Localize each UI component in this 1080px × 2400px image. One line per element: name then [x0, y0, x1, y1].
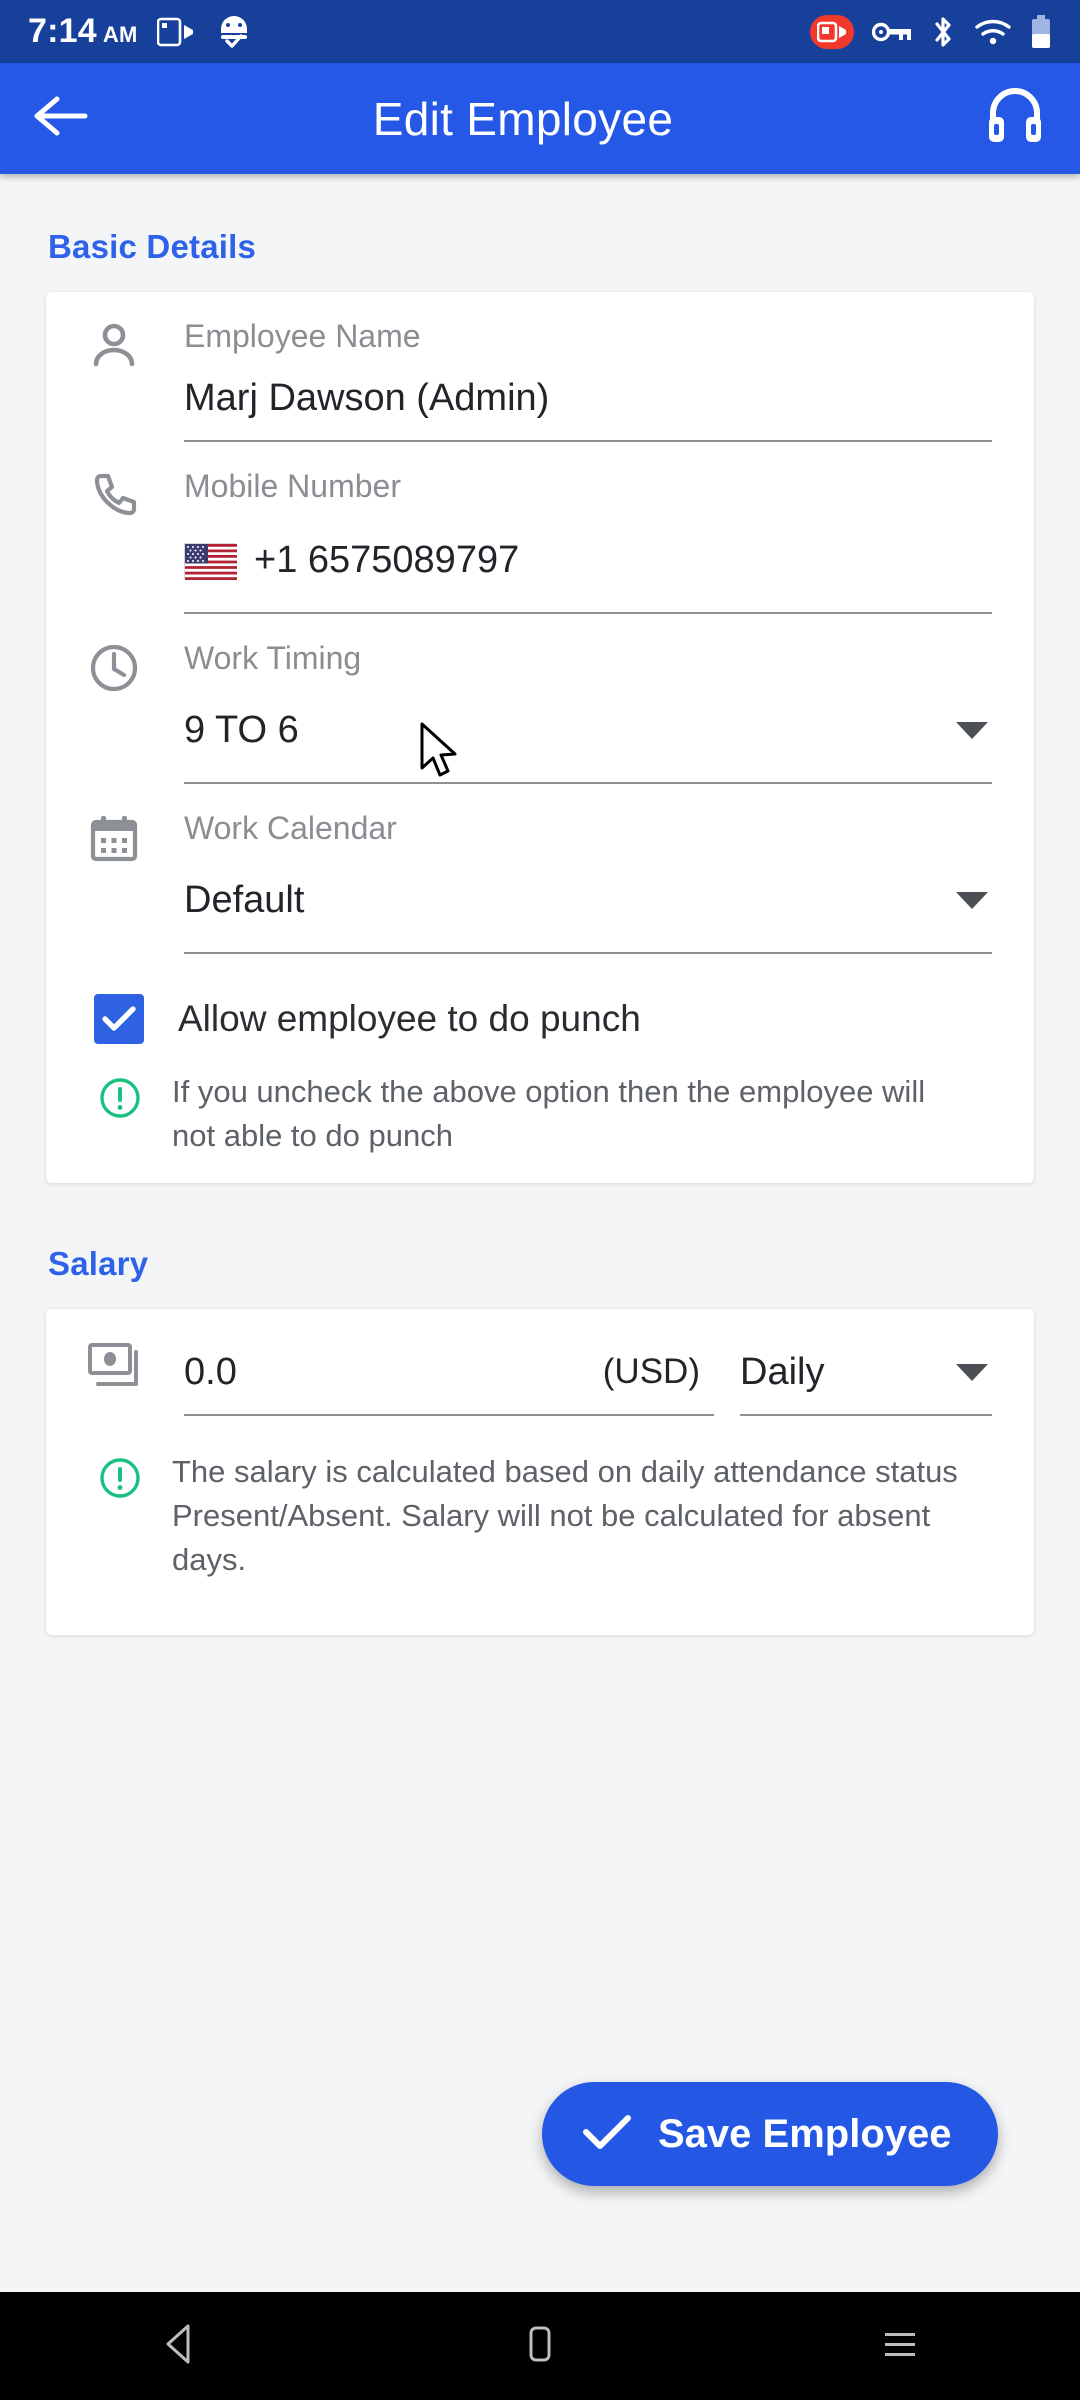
label-work-calendar: Work Calendar: [184, 810, 397, 846]
nav-back-button[interactable]: [105, 2292, 255, 2400]
headset-support-icon: [987, 87, 1043, 150]
label-employee-name: Employee Name: [184, 318, 421, 354]
salary-hint-text: The salary is calculated based on daily …: [172, 1453, 958, 1578]
salary-period-dropdown[interactable]: Daily: [740, 1351, 992, 1416]
value-row-employee-name[interactable]: Marj Dawson (Admin): [184, 355, 992, 442]
clock-icon: [88, 614, 184, 784]
dropdown-work-calendar[interactable]: Default: [184, 847, 992, 954]
value-work-timing: 9 TO 6: [184, 709, 299, 751]
nav-back-icon: [160, 2322, 200, 2371]
info-exclamation-icon: [98, 1070, 142, 1159]
section-title-salary: Salary: [48, 1244, 149, 1282]
salary-amount-field[interactable]: 0.0 (USD): [184, 1351, 714, 1416]
phone-icon: [88, 442, 184, 614]
value-mobile-number-group: +1 6575089797: [184, 539, 519, 582]
calendar-icon: [88, 784, 184, 954]
salary-card: 0.0 (USD) Daily The salary is calculated…: [46, 1308, 1034, 1635]
label-mobile-number: Mobile Number: [184, 468, 401, 504]
field-body-work-calendar: Work Calendar Default: [184, 784, 992, 954]
check-icon: [582, 2113, 632, 2156]
status-bar-clock: 7:14 AM: [28, 12, 137, 51]
save-employee-button[interactable]: Save Employee: [542, 2082, 998, 2186]
android-debug-icon: [215, 15, 253, 49]
value-employee-name: Marj Dawson (Admin): [184, 377, 550, 419]
back-arrow-icon: [31, 94, 89, 143]
app-bar: Edit Employee: [0, 63, 1080, 174]
nav-home-icon: [520, 2322, 560, 2371]
info-exclamation-icon: [98, 1450, 142, 1583]
battery-icon: [1030, 14, 1052, 49]
bluetooth-icon: [930, 15, 956, 49]
status-bar: 7:14 AM: [0, 0, 1080, 63]
chevron-down-icon[interactable]: [956, 722, 988, 739]
clock-time: 7:14: [28, 12, 97, 50]
field-body-employee-name: Employee Name Marj Dawson (Admin): [184, 292, 992, 442]
label-work-timing: Work Timing: [184, 640, 362, 676]
clock-ampm: AM: [102, 22, 138, 47]
dropdown-work-timing[interactable]: 9 TO 6: [184, 677, 992, 784]
us-flag: [184, 542, 237, 580]
punch-hint-row: If you uncheck the above option then the…: [46, 1044, 1034, 1165]
value-mobile-number: +1 6575089797: [254, 539, 520, 581]
android-nav-bar: [0, 2292, 1080, 2400]
allow-punch-checkbox[interactable]: [94, 994, 144, 1044]
nav-recents-button[interactable]: [825, 2292, 975, 2400]
person-icon: [88, 292, 184, 442]
field-mobile-number[interactable]: Mobile Number +1 6575089797: [46, 442, 1034, 614]
value-work-calendar: Default: [184, 879, 305, 921]
field-work-timing[interactable]: Work Timing 9 TO 6: [46, 614, 1034, 784]
page-title: Edit Employee: [372, 92, 674, 145]
save-employee-label: Save Employee: [658, 2111, 952, 2156]
value-row-mobile-number[interactable]: +1 6575089797: [184, 505, 992, 614]
chevron-down-icon[interactable]: [956, 892, 988, 909]
field-body-mobile-number: Mobile Number +1 6575089797: [184, 442, 992, 614]
field-body-work-timing: Work Timing 9 TO 6: [184, 614, 992, 784]
salary-hint-row: The salary is calculated based on daily …: [46, 1416, 1034, 1617]
salary-amount-value: 0.0: [184, 1350, 237, 1393]
basic-details-card: Employee Name Marj Dawson (Admin) Mobile…: [46, 292, 1034, 1183]
mouse-pointer: [418, 722, 464, 789]
wifi-icon: [974, 17, 1012, 47]
field-employee-name[interactable]: Employee Name Marj Dawson (Admin): [46, 292, 1034, 442]
salary-input-row[interactable]: 0.0 (USD) Daily: [46, 1309, 1034, 1416]
section-title-basic-details: Basic Details: [48, 228, 257, 265]
money-icon: [88, 1342, 184, 1416]
salary-period-value: Daily: [740, 1350, 825, 1393]
vpn-key-icon: [872, 20, 912, 44]
screen-rotate-icon: [157, 16, 195, 48]
field-work-calendar[interactable]: Work Calendar Default: [46, 784, 1034, 954]
phone-screen: 7:14 AM Edit Employee Basic Details Empl…: [0, 0, 1080, 2400]
chevron-down-icon[interactable]: [956, 1363, 988, 1381]
status-bar-left: 7:14 AM: [28, 12, 253, 51]
status-bar-right: [810, 14, 1052, 49]
form-scroll-area[interactable]: Basic Details Employee Name Marj Dawson …: [0, 174, 1080, 2292]
allow-punch-checkbox-row[interactable]: Allow employee to do punch: [46, 954, 1034, 1044]
salary-currency-label: (USD): [602, 1352, 700, 1392]
nav-home-button[interactable]: [465, 2292, 615, 2400]
support-button[interactable]: [950, 87, 1080, 150]
nav-recents-icon: [879, 2322, 921, 2371]
punch-hint-text: If you uncheck the above option then the…: [172, 1074, 926, 1154]
allow-punch-label: Allow employee to do punch: [178, 998, 641, 1039]
screen-record-icon: [810, 14, 854, 49]
